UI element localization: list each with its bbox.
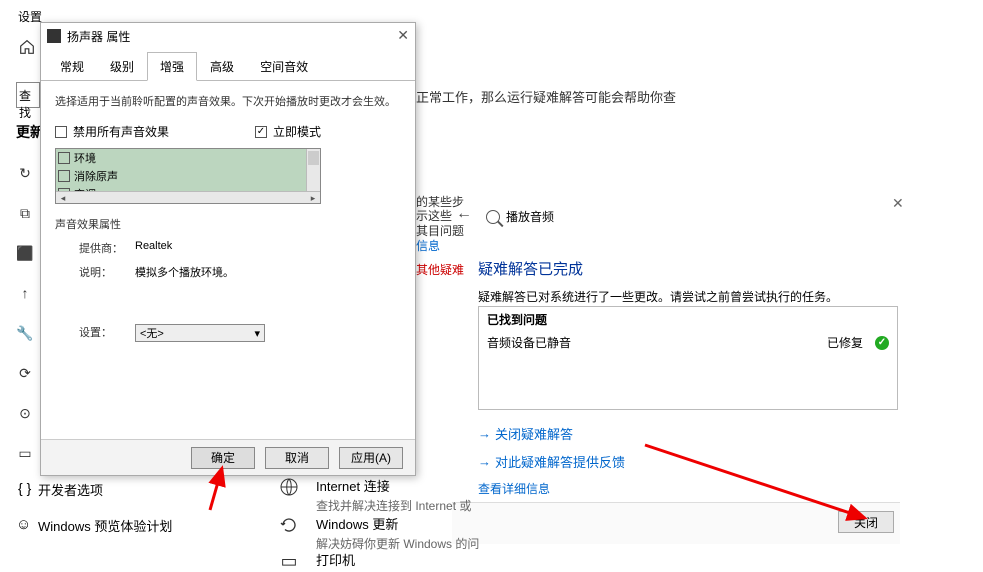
horizontal-scrollbar[interactable]: ◂ ▸ — [56, 191, 320, 203]
effects-listbox[interactable]: 环境 消除原声 变调 均衡器 ◂ ▸ — [55, 148, 321, 204]
security-icon[interactable]: ⬛ — [16, 244, 34, 262]
backup-icon[interactable]: ↑ — [16, 284, 34, 302]
settings-item-printer[interactable]: ▭ 打印机 — [278, 550, 355, 572]
tab-enhancements[interactable]: 增强 — [147, 52, 197, 81]
magnifier-icon — [486, 210, 500, 224]
issue-row: 音频设备已静音 已修复 ✓ — [487, 334, 889, 351]
refresh-icon — [278, 514, 300, 536]
tab-panel-enhancements: 选择适用于当前聆听配置的声音效果。下次开始播放时更改才会生效。 禁用所有声音效果… — [41, 81, 415, 362]
settings-item-internet[interactable]: Internet 连接 查找并解决连接到 Internet 或 — [278, 476, 471, 514]
tab-general[interactable]: 常规 — [47, 52, 97, 81]
bg-link[interactable]: 信息 — [416, 237, 440, 254]
label: 说明： — [79, 264, 135, 280]
issue-text: 音频设备已静音 — [487, 334, 571, 351]
check-icon: ✓ — [875, 336, 889, 350]
troubleshoot-icon[interactable]: 🔧 — [16, 324, 34, 342]
checkbox-icon — [58, 170, 70, 182]
speaker-properties-dialog: 扬声器 属性 ✕ 常规 级别 增强 高级 空间音效 选择适用于当前聆听配置的声音… — [40, 22, 416, 476]
home-icon[interactable] — [18, 38, 36, 56]
apply-button[interactable]: 应用(A) — [339, 447, 403, 469]
activation-icon[interactable]: ⊙ — [16, 404, 34, 422]
close-icon[interactable]: ✕ — [397, 27, 409, 44]
link-view-details[interactable]: 查看详细信息 — [478, 480, 550, 497]
developer-icon[interactable]: { } — [18, 480, 31, 496]
vertical-scrollbar[interactable] — [306, 149, 320, 191]
item-subtitle: 查找并解决连接到 Internet 或 — [316, 497, 471, 514]
tab-strip: 常规 级别 增强 高级 空间音效 — [41, 51, 415, 81]
ok-button[interactable]: 确定 — [191, 447, 255, 469]
list-item[interactable]: 消除原声 — [56, 167, 320, 185]
hint-text: 选择适用于当前聆听配置的声音效果。下次开始播放时更改才会生效。 — [55, 93, 401, 109]
checkbox-disable-all[interactable]: 禁用所有声音效果 — [55, 123, 169, 140]
troubleshoot-message: 疑难解答已对系统进行了一些更改。请尝试之前曾尝试执行的任务。 — [478, 288, 838, 305]
link-label: 关闭疑难解答 — [495, 424, 573, 443]
select-value: <无> — [140, 325, 164, 341]
sync-icon[interactable]: ↻ — [16, 164, 34, 182]
list-item-label: 消除原声 — [74, 168, 118, 184]
label: 提供商： — [79, 240, 135, 256]
troubleshoot-footer: 关闭 — [452, 502, 900, 544]
sidebar: ↻ ⧉ ⬛ ↑ 🔧 ⟳ ⊙ ▭ — [16, 164, 34, 462]
link-label: 对此疑难解答提供反馈 — [495, 452, 625, 471]
list-item[interactable]: 环境 — [56, 149, 320, 167]
value: 模拟多个播放环境。 — [135, 264, 234, 280]
settings-window-title: 设置 — [18, 8, 42, 25]
chevron-down-icon: ▾ — [254, 327, 260, 340]
back-arrow-icon[interactable]: ← — [456, 205, 472, 223]
checkbox-icon: ✓ — [255, 126, 267, 138]
close-button[interactable]: 关闭 — [838, 511, 894, 533]
settings-item-update[interactable]: Windows 更新 解决妨碍你更新 Windows 的问 — [278, 514, 479, 552]
bg-text: 正常工作，那么运行疑难解答可能会帮助你查 — [416, 87, 676, 106]
insider-icon[interactable]: ☺ — [16, 516, 31, 533]
tab-levels[interactable]: 级别 — [97, 52, 147, 81]
recovery-icon[interactable]: ⟳ — [16, 364, 34, 382]
provider-row: 提供商： Realtek — [79, 240, 401, 256]
issues-box: 已找到问题 音频设备已静音 已修复 ✓ — [478, 306, 898, 410]
value: Realtek — [135, 240, 172, 256]
link-feedback[interactable]: → 对此疑难解答提供反馈 — [478, 452, 625, 471]
item-title: Windows 更新 — [316, 514, 479, 533]
tab-advanced[interactable]: 高级 — [197, 52, 247, 81]
group-heading: 声音效果属性 — [55, 216, 401, 232]
setting-select[interactable]: <无> ▾ — [135, 324, 265, 342]
tab-spatial[interactable]: 空间音效 — [247, 52, 321, 81]
scrollbar-thumb[interactable] — [308, 151, 319, 165]
dialog-title: 扬声器 属性 — [67, 28, 130, 45]
checkbox-label: 禁用所有声音效果 — [73, 123, 169, 140]
scroll-right-icon[interactable]: ▸ — [306, 192, 320, 204]
item-title: Internet 连接 — [316, 476, 471, 495]
scroll-left-icon[interactable]: ◂ — [56, 192, 70, 204]
sidebar-item-insider[interactable]: Windows 预览体验计划 — [38, 516, 172, 535]
cancel-button[interactable]: 取消 — [265, 447, 329, 469]
setting-row: 设置： <无> ▾ — [79, 324, 401, 342]
troubleshoot-header: 播放音频 — [486, 208, 554, 225]
sidebar-item-developer[interactable]: 开发者选项 — [38, 480, 103, 499]
description-row: 说明： 模拟多个播放环境。 — [79, 264, 401, 280]
find-device-icon[interactable]: ▭ — [16, 444, 34, 462]
issues-heading: 已找到问题 — [487, 311, 889, 328]
dialog-titlebar[interactable]: 扬声器 属性 ✕ — [41, 23, 415, 49]
bg-text-red: 其他疑难 — [416, 261, 464, 278]
troubleshoot-header-text: 播放音频 — [506, 208, 554, 225]
checkbox-label: 立即模式 — [273, 123, 321, 140]
arrow-icon: → — [478, 454, 491, 469]
checkbox-icon — [58, 152, 70, 164]
close-icon[interactable]: ✕ — [892, 195, 904, 212]
globe-icon — [278, 476, 300, 498]
dialog-button-bar: 确定 取消 应用(A) — [41, 439, 415, 475]
troubleshoot-title: 疑难解答已完成 — [478, 258, 583, 279]
item-title: 打印机 — [316, 550, 355, 569]
issue-status: 已修复 — [827, 334, 863, 351]
list-item-label: 环境 — [74, 150, 96, 166]
checkbox-instant-mode[interactable]: ✓ 立即模式 — [255, 123, 321, 140]
delivery-icon[interactable]: ⧉ — [16, 204, 34, 222]
arrow-icon: → — [478, 426, 491, 441]
list-item[interactable]: 均衡器 — [56, 203, 320, 204]
label: 设置： — [79, 324, 135, 342]
search-input[interactable]: 查找 — [16, 82, 40, 108]
speaker-icon — [47, 29, 61, 43]
checkbox-icon — [55, 126, 67, 138]
printer-icon: ▭ — [278, 550, 300, 572]
link-close-troubleshoot[interactable]: → 关闭疑难解答 — [478, 424, 573, 443]
